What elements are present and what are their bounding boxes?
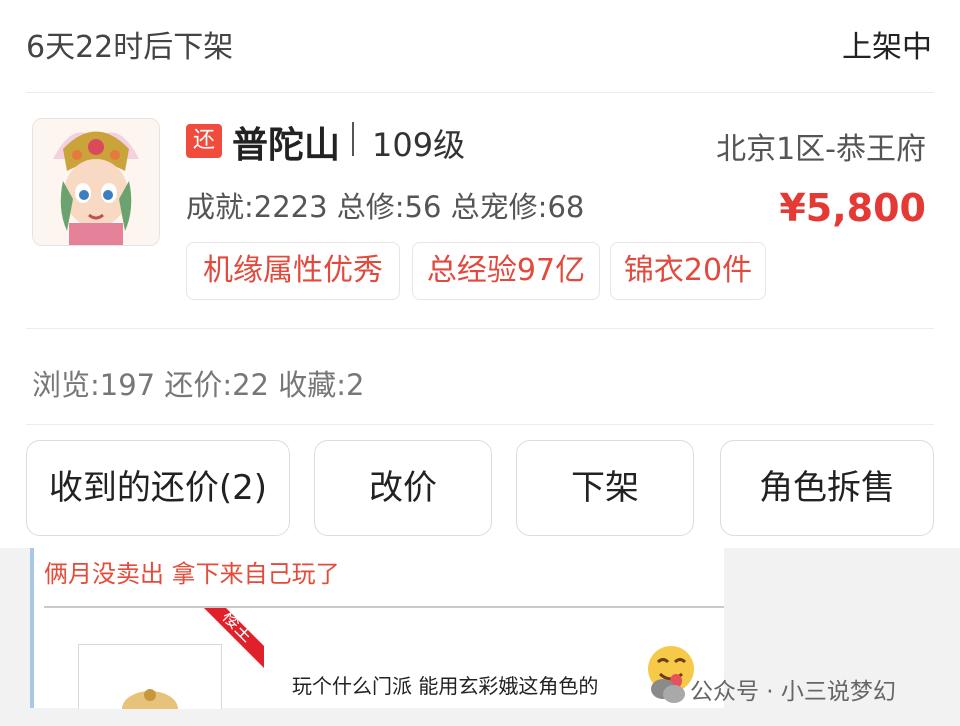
post-divider [44, 606, 724, 608]
watermark-text: 公众号 · 小三说梦幻 [690, 679, 896, 705]
forum-post-card: 俩月没卖出 拿下来自己玩了 楼主 玩个什么门派 能用玄彩娥这角色的 [30, 548, 724, 709]
role-school: 普陀山 [232, 125, 341, 166]
delist-button[interactable]: 下架 [516, 440, 694, 536]
received-offers-button[interactable]: 收到的还价(2) [26, 440, 290, 536]
role-server: 北京1区-恭王府 [716, 132, 926, 167]
listing-status: 上架中 [842, 30, 932, 65]
split-sale-button[interactable]: 角色拆售 [720, 440, 934, 536]
role-price: ¥5,800 [779, 186, 926, 230]
wechat-logo-icon [651, 679, 685, 703]
character-portrait-icon [33, 119, 159, 245]
view-counts: 浏览:197 还价:22 收藏:2 [32, 368, 365, 402]
expire-countdown: 6天22时后下架 [26, 30, 234, 65]
tag-outfits: 锦衣20件 [610, 242, 766, 300]
change-price-button[interactable]: 改价 [314, 440, 492, 536]
post-thumbnail [78, 644, 222, 709]
listing-header: 6天22时后下架 上架中 [0, 0, 960, 92]
role-level: 109级 [372, 126, 466, 164]
divider [26, 328, 934, 329]
post-body: 玩个什么门派 能用玄彩娥这角色的 [292, 674, 599, 698]
counter-offer-badge: 还 [186, 124, 222, 158]
post-title: 俩月没卖出 拿下来自己玩了 [44, 560, 340, 588]
divider [26, 424, 934, 425]
thumbnail-icon [122, 689, 178, 709]
role-stats: 成就:2223 总修:56 总宠修:68 [186, 190, 585, 224]
tag-fortune: 机缘属性优秀 [186, 242, 400, 300]
title-separator [352, 122, 354, 156]
tag-experience: 总经验97亿 [412, 242, 600, 300]
role-avatar[interactable] [32, 118, 160, 246]
divider [26, 92, 934, 93]
